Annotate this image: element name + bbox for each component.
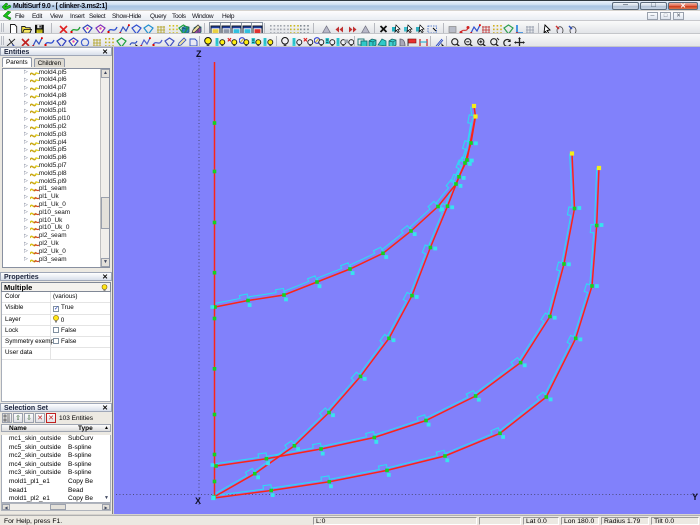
svg-text:Y: Y — [692, 492, 698, 502]
svg-text:Z: Z — [196, 49, 202, 59]
svg-text:X: X — [195, 496, 201, 506]
